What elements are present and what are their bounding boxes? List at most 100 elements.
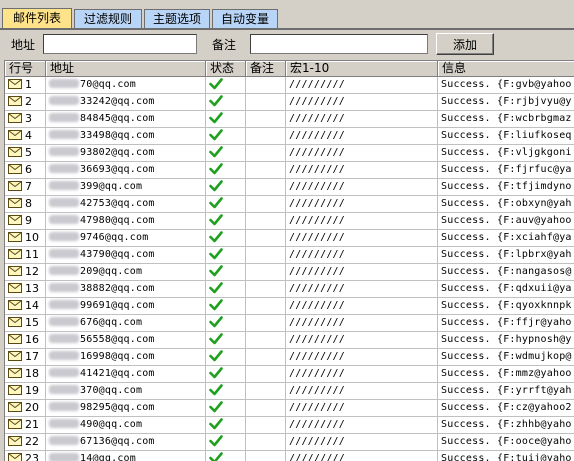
email-address: 67136@qq.com <box>80 436 155 447</box>
tab-bar: 邮件列表 过滤规则 主题选项 自动变量 <box>0 0 574 30</box>
envelope-icon <box>8 214 22 225</box>
checkmark-icon <box>209 197 223 209</box>
table-row[interactable]: 17 16998@qq.com /////////Success. {F:wdmuj… <box>5 349 574 366</box>
cell-row-no: 5 <box>5 145 46 162</box>
col-header-row-no[interactable]: 行号 <box>5 61 46 77</box>
cell-row-no: 16 <box>5 332 46 349</box>
table-row[interactable]: 5 93802@qq.com /////////Success. {F:vljgkg… <box>5 145 574 162</box>
cell-macro: ///////// <box>286 315 438 332</box>
cell-address: 38882@qq.com <box>46 281 206 298</box>
address-label: 地址 <box>11 38 36 52</box>
checkmark-icon <box>209 367 223 379</box>
col-header-macro[interactable]: 宏1-10 <box>286 61 438 77</box>
cell-row-no: 17 <box>5 349 46 366</box>
tab-mail-list[interactable]: 邮件列表 <box>2 8 72 29</box>
cell-address: 98295@qq.com <box>46 400 206 417</box>
row-number: 12 <box>25 265 39 278</box>
col-header-info[interactable]: 信息 <box>438 61 574 77</box>
row-number: 11 <box>25 248 39 261</box>
checkmark-icon <box>209 163 223 175</box>
note-input[interactable] <box>250 34 428 54</box>
cell-macro: ///////// <box>286 162 438 179</box>
cell-macro: ///////// <box>286 230 438 247</box>
envelope-icon <box>8 180 22 191</box>
email-address: 38882@qq.com <box>80 283 155 294</box>
row-number: 22 <box>25 435 39 448</box>
table-row[interactable]: 2 33242@qq.com /////////Success. {F:rjbjvy… <box>5 94 574 111</box>
table-row[interactable]: 1 70@qq.com /////////Success. {F:gvb@yahoo <box>5 77 574 94</box>
table-row[interactable]: 3 84845@qq.com /////////Success. {F:wcbrbg… <box>5 111 574 128</box>
table-row[interactable]: 9 47980@qq.com /////////Success. {F:auv@ya… <box>5 213 574 230</box>
table-row[interactable]: 23 14@qq.com /////////Success. {F:tuij@yah… <box>5 451 574 461</box>
table-row[interactable]: 11 43790@qq.com /////////Success. {F:lpbrx… <box>5 247 574 264</box>
table-row[interactable]: 7 399@qq.com /////////Success. {F:tfjimdyn… <box>5 179 574 196</box>
cell-status <box>206 383 246 400</box>
envelope-icon <box>8 401 22 412</box>
cell-status <box>206 281 246 298</box>
table-row[interactable]: 12 209@qq.com /////////Success. {F:nangaso… <box>5 264 574 281</box>
table-row[interactable]: 19 370@qq.com /////////Success. {F:yrrft@y… <box>5 383 574 400</box>
cell-macro: ///////// <box>286 400 438 417</box>
cell-macro: ///////// <box>286 213 438 230</box>
row-number: 14 <box>25 299 39 312</box>
checkmark-icon <box>209 231 223 243</box>
cell-row-no: 22 <box>5 434 46 451</box>
table-row[interactable]: 22 67136@qq.com /////////Success. {F:ooce@… <box>5 434 574 451</box>
table-row[interactable]: 6 36693@qq.com /////////Success. {F:fjrfuc… <box>5 162 574 179</box>
table-row[interactable]: 13 38882@qq.com /////////Success. {F:qdxui… <box>5 281 574 298</box>
cell-status <box>206 366 246 383</box>
email-address: 33498@qq.com <box>80 130 155 141</box>
add-button[interactable]: 添加 <box>436 33 494 55</box>
tab-auto-variables[interactable]: 自动变量 <box>212 9 278 29</box>
table-row[interactable]: 4 33498@qq.com /////////Success. {F:liufko… <box>5 128 574 145</box>
email-address: 84845@qq.com <box>80 113 155 124</box>
envelope-icon <box>8 248 22 259</box>
table-row[interactable]: 15 676@qq.com /////////Success. {F:ffjr@ya… <box>5 315 574 332</box>
table-row[interactable]: 10 9746@qq.com /////////Success. {F:xciahf… <box>5 230 574 247</box>
envelope-icon <box>8 418 22 429</box>
redacted-mask <box>49 181 79 190</box>
envelope-icon <box>8 333 22 344</box>
tab-theme-options[interactable]: 主题选项 <box>144 9 210 29</box>
cell-macro: ///////// <box>286 111 438 128</box>
envelope-icon <box>8 231 22 242</box>
cell-info: Success. {F:fjrfuc@ya <box>438 162 574 179</box>
table-row[interactable]: 21 490@qq.com /////////Success. {F:zhhb@ya… <box>5 417 574 434</box>
envelope-icon <box>8 435 22 446</box>
tab-filter-rules[interactable]: 过滤规则 <box>74 9 142 29</box>
redacted-mask <box>49 215 79 224</box>
table-row[interactable]: 20 98295@qq.com /////////Success. {F:cz@ya… <box>5 400 574 417</box>
row-number: 18 <box>25 367 39 380</box>
table-row[interactable]: 14 99691@qq.com /////////Success. {F:qyoxk… <box>5 298 574 315</box>
envelope-icon <box>8 197 22 208</box>
cell-macro: ///////// <box>286 451 438 461</box>
cell-row-no: 12 <box>5 264 46 281</box>
email-address: 399@qq.com <box>80 181 143 192</box>
cell-address: 99691@qq.com <box>46 298 206 315</box>
redacted-mask <box>49 113 79 122</box>
email-address: 36693@qq.com <box>80 164 155 175</box>
cell-status <box>206 264 246 281</box>
table-row[interactable]: 16 56558@qq.com /////////Success. {F:hypno… <box>5 332 574 349</box>
cell-status <box>206 332 246 349</box>
cell-info: Success. {F:yrrft@yah <box>438 383 574 400</box>
cell-note <box>246 434 286 451</box>
cell-address: 676@qq.com <box>46 315 206 332</box>
checkmark-icon <box>209 129 223 141</box>
address-form: 地址 备注 添加 <box>0 30 574 58</box>
col-header-address[interactable]: 地址 <box>46 61 206 77</box>
address-input[interactable] <box>43 34 197 54</box>
cell-status <box>206 417 246 434</box>
table-row[interactable]: 18 41421@qq.com /////////Success. {F:mmz@y… <box>5 366 574 383</box>
col-header-note[interactable]: 备注 <box>246 61 286 77</box>
cell-note <box>246 145 286 162</box>
cell-note <box>246 400 286 417</box>
cell-row-no: 1 <box>5 77 46 94</box>
cell-note <box>246 451 286 461</box>
cell-status <box>206 451 246 461</box>
col-header-status[interactable]: 状态 <box>206 61 246 77</box>
checkmark-icon <box>209 214 223 226</box>
redacted-mask <box>49 232 79 241</box>
table-row[interactable]: 8 42753@qq.com /////////Success. {F:obxyn@… <box>5 196 574 213</box>
cell-info: Success. {F:wcbrbgmaz <box>438 111 574 128</box>
